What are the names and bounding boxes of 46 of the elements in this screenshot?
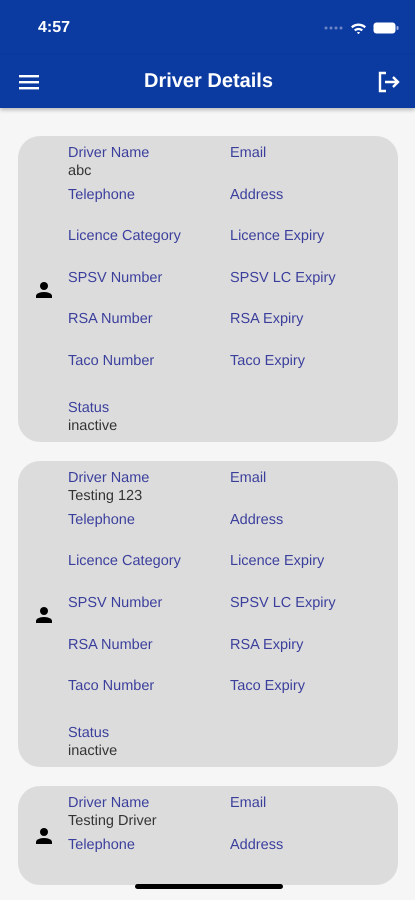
driver-card[interactable]: Driver Name Testing Driver Email Telephone Address xyxy=(18,786,398,884)
field-label: Driver Name xyxy=(68,144,150,162)
field-label: RSA Expiry xyxy=(230,310,304,328)
person-icon xyxy=(35,606,53,624)
field-value: Testing 123 xyxy=(68,487,142,506)
field-label: Email xyxy=(230,469,266,488)
field-value: Testing Driver xyxy=(68,812,157,830)
field-label: Status xyxy=(68,724,110,742)
field-label: SPSV LC Expiry xyxy=(230,594,336,612)
driver-card[interactable]: Driver Name abc Email Telephone Address Licence Category Licence Expiry SPSV Number SPSV LC Expiry RSA Number RSA Expiry Taco Number Taco Expiry Status inactive xyxy=(18,136,398,442)
field-label: RSA Expiry xyxy=(230,636,304,654)
field-label: Telephone xyxy=(68,510,135,529)
field-label: RSA Number xyxy=(68,310,153,328)
field-label: Address xyxy=(230,836,284,854)
field-label: Telephone xyxy=(68,186,135,204)
field-label: Licence Category xyxy=(68,552,181,570)
field-value: inactive xyxy=(68,742,118,760)
field-label: RSA Number xyxy=(68,636,153,654)
field-label: Telephone xyxy=(68,836,135,854)
field-label: Email xyxy=(230,794,266,812)
field-value: inactive xyxy=(68,416,118,435)
field-label: Taco Expiry xyxy=(230,352,305,370)
driver-card[interactable]: Driver Name Testing 123 Email Telephone Address Licence Category Licence Expiry SPSV Number SPSV LC Expiry RSA Number RSA Expiry Taco Number Taco Expiry Status inactive xyxy=(18,461,398,768)
wifi-icon xyxy=(350,22,367,34)
field-label: SPSV Number xyxy=(68,268,162,287)
field-label: Address xyxy=(230,510,284,529)
field-label: Taco Number xyxy=(68,352,154,370)
field-label: Taco Expiry xyxy=(230,677,305,696)
person-icon xyxy=(35,826,53,845)
field-label: Email xyxy=(230,144,266,162)
field-label: SPSV Number xyxy=(68,594,162,612)
field-label: SPSV LC Expiry xyxy=(230,268,336,287)
field-label: Status xyxy=(68,398,110,417)
field-label: Licence Expiry xyxy=(230,552,324,570)
field-label: Address xyxy=(230,186,284,204)
battery-icon xyxy=(373,22,399,34)
field-label: Driver Name xyxy=(68,469,150,488)
field-value: abc xyxy=(68,162,92,180)
field-label: Taco Number xyxy=(68,677,154,696)
status-time: 4:57 xyxy=(38,18,70,36)
field-label: Licence Category xyxy=(68,227,181,246)
signal-icon xyxy=(324,24,344,30)
screen-title: Driver Details xyxy=(144,70,273,93)
person-icon xyxy=(35,280,53,299)
field-label: Licence Expiry xyxy=(230,227,324,246)
field-label: Driver Name xyxy=(68,794,150,812)
